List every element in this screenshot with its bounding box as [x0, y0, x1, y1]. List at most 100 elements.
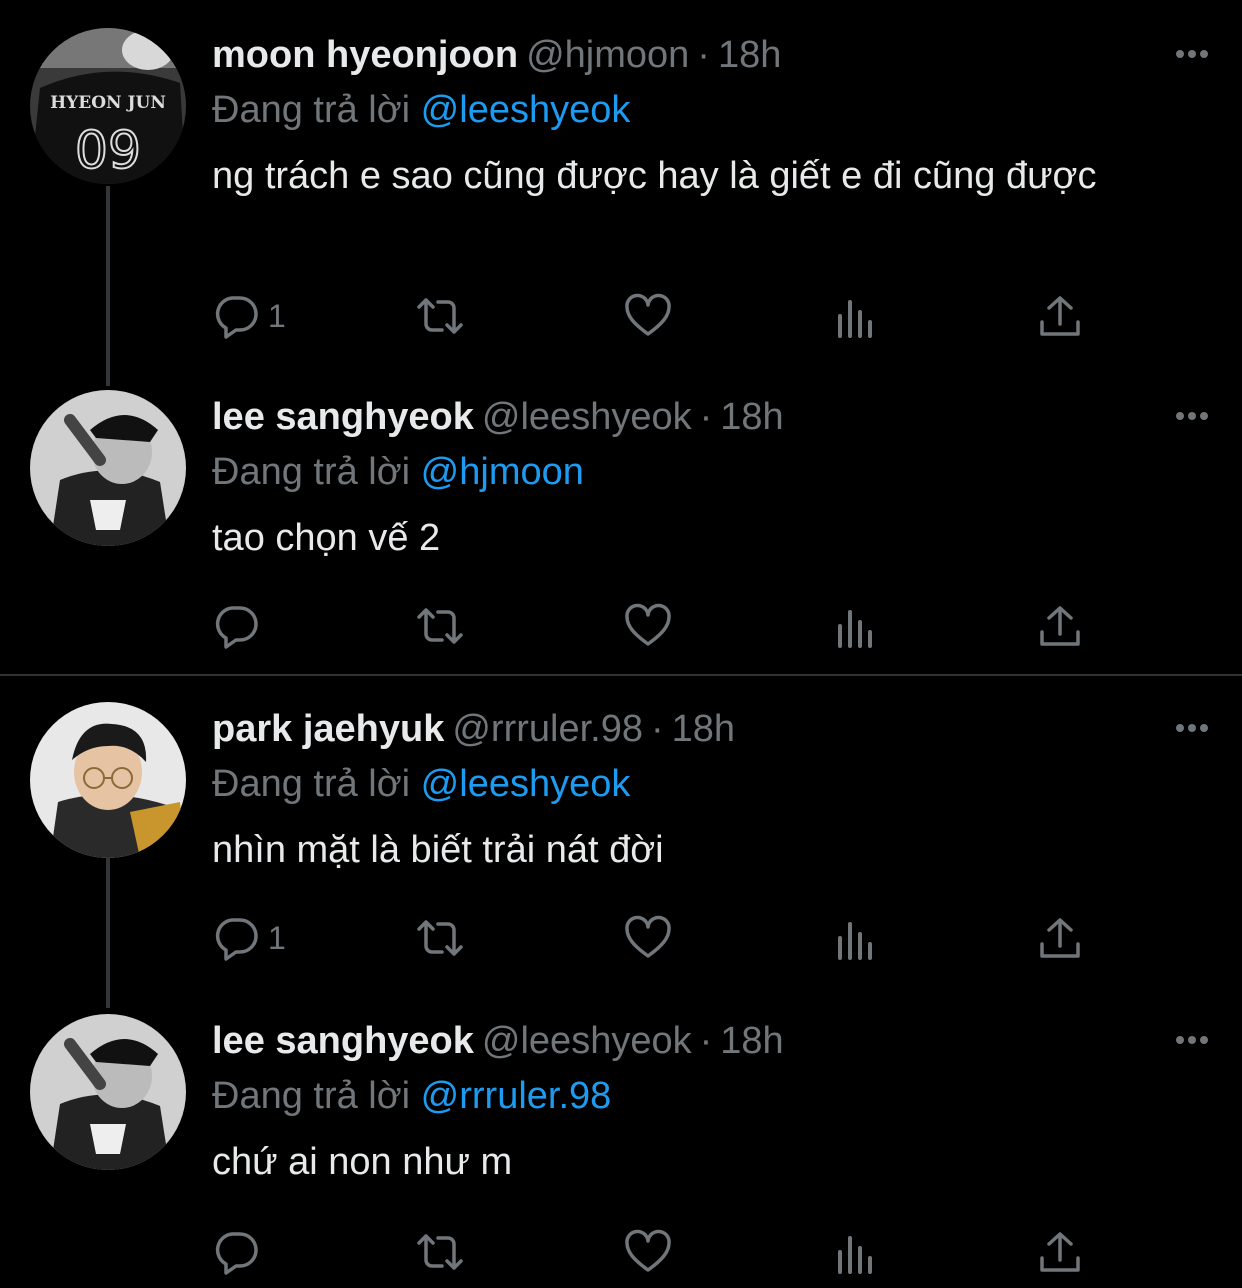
reply-count: 1 [268, 919, 286, 956]
tweet[interactable]: lee sanghyeok @leeshyeok · 18h Đang trả lời… [0, 380, 1242, 674]
dot-separator: · [699, 1020, 713, 1062]
user-handle[interactable]: @leeshyeok [482, 396, 692, 438]
tweet[interactable]: lee sanghyeok @leeshyeok · 18h Đang trả lời… [0, 1006, 1242, 1288]
views-button[interactable] [832, 1222, 880, 1282]
more-options-icon[interactable] [1172, 396, 1212, 436]
like-button[interactable] [624, 908, 672, 968]
mention-link[interactable]: @hjmoon [421, 451, 584, 493]
analytics-icon [838, 610, 872, 648]
views-button[interactable] [832, 908, 880, 968]
like-button[interactable] [624, 1222, 672, 1282]
reply-button[interactable]: 1 [212, 908, 286, 968]
reply-icon [215, 918, 258, 961]
views-button[interactable] [832, 596, 880, 656]
retweet-button[interactable] [416, 286, 464, 346]
share-icon [1040, 296, 1080, 336]
avatar[interactable]: HYEON JUN 09 [30, 28, 186, 184]
heart-icon [625, 915, 671, 958]
avatar[interactable] [30, 390, 186, 546]
action-bar: 1 [212, 286, 1092, 346]
reply-context: Đang trả lời @hjmoon [212, 446, 1182, 498]
retweet-button[interactable] [416, 596, 464, 656]
user-handle[interactable]: @leeshyeok [482, 1020, 692, 1062]
retweet-button[interactable] [416, 1222, 464, 1282]
avatar-cap-bw-icon [30, 390, 186, 546]
avatar-jersey-icon: HYEON JUN 09 [30, 28, 186, 184]
reply-icon [215, 296, 258, 339]
analytics-icon [838, 922, 872, 960]
reply-prefix: Đang trả lời [212, 451, 411, 493]
heart-icon [625, 603, 671, 646]
dot-separator: · [650, 708, 664, 750]
reply-icon [215, 1232, 258, 1275]
reply-button[interactable] [212, 596, 268, 656]
heart-icon [625, 1229, 671, 1272]
retweet-icon [417, 1234, 463, 1270]
tweet-text: nhìn mặt là biết trải nát đời [212, 829, 664, 871]
like-button[interactable] [624, 286, 672, 346]
retweet-icon [417, 608, 463, 644]
tweet-text: ng trách e sao cũng được hay là giết e đ… [212, 155, 1097, 197]
jersey-name-text: HYEON JUN [50, 93, 166, 113]
views-button[interactable] [832, 286, 880, 346]
share-icon [1040, 918, 1080, 958]
tweet-header: park jaehyuk @rrruler.98 · 18h [212, 700, 1182, 758]
thread-line [106, 186, 110, 386]
retweet-icon [417, 920, 463, 956]
tweet-header: moon hyeonjoon @hjmoon · 18h [212, 26, 1182, 84]
reply-button[interactable]: 1 [212, 286, 286, 346]
reply-context: Đang trả lời @leeshyeok [212, 84, 1182, 136]
reply-prefix: Đang trả lời [212, 89, 411, 131]
mention-link[interactable]: @leeshyeok [421, 89, 631, 131]
avatar[interactable] [30, 702, 186, 858]
share-button[interactable] [1036, 596, 1084, 656]
mention-link[interactable]: @rrruler.98 [421, 1075, 612, 1117]
tweet-text: chứ ai non như m [212, 1141, 513, 1183]
reply-context: Đang trả lời @rrruler.98 [212, 1070, 1182, 1122]
heart-icon [625, 293, 671, 336]
tweet-header: lee sanghyeok @leeshyeok · 18h [212, 388, 1182, 446]
thread-line [106, 858, 110, 1008]
reply-count: 1 [268, 297, 286, 334]
display-name[interactable]: park jaehyuk [212, 708, 444, 750]
action-bar: 1 [212, 908, 1092, 968]
display-name[interactable]: lee sanghyeok [212, 1020, 474, 1062]
share-icon [1040, 1232, 1080, 1272]
action-bar [212, 596, 1092, 656]
like-button[interactable] [624, 596, 672, 656]
action-bar [212, 1222, 1092, 1282]
timestamp[interactable]: 18h [672, 708, 735, 750]
share-icon [1040, 606, 1080, 646]
jersey-number-text: 09 [75, 121, 141, 181]
more-options-icon[interactable] [1172, 708, 1212, 748]
reply-button[interactable] [212, 1222, 268, 1282]
timestamp[interactable]: 18h [718, 34, 781, 76]
share-button[interactable] [1036, 1222, 1084, 1282]
tweet[interactable]: park jaehyuk @rrruler.98 · 18h Đang trả lời… [0, 676, 1242, 1008]
dot-separator: · [699, 396, 713, 438]
display-name[interactable]: lee sanghyeok [212, 396, 474, 438]
reply-prefix: Đang trả lời [212, 763, 411, 805]
share-button[interactable] [1036, 286, 1084, 346]
share-button[interactable] [1036, 908, 1084, 968]
reply-prefix: Đang trả lời [212, 1075, 411, 1117]
more-options-icon[interactable] [1172, 1020, 1212, 1060]
dot-separator: · [697, 34, 710, 76]
tweet-header: lee sanghyeok @leeshyeok · 18h [212, 1012, 1182, 1070]
display-name[interactable]: moon hyeonjoon [212, 34, 518, 76]
user-handle[interactable]: @hjmoon [526, 34, 689, 76]
avatar-glasses-icon [30, 702, 186, 858]
timestamp[interactable]: 18h [720, 396, 783, 438]
more-options-icon[interactable] [1172, 34, 1212, 74]
timestamp[interactable]: 18h [720, 1020, 783, 1062]
avatar[interactable] [30, 1014, 186, 1170]
user-handle[interactable]: @rrruler.98 [452, 708, 643, 750]
retweet-button[interactable] [416, 908, 464, 968]
mention-link[interactable]: @leeshyeok [421, 763, 631, 805]
reply-context: Đang trả lời @leeshyeok [212, 758, 1182, 810]
avatar-cap-bw-icon [30, 1014, 186, 1170]
tweet-text: tao chọn vế 2 [212, 517, 441, 559]
retweet-icon [417, 298, 463, 334]
reply-icon [215, 606, 258, 649]
tweet[interactable]: HYEON JUN 09 moon hyeonjoon @hjmoon · 18h Đ… [0, 0, 1242, 386]
